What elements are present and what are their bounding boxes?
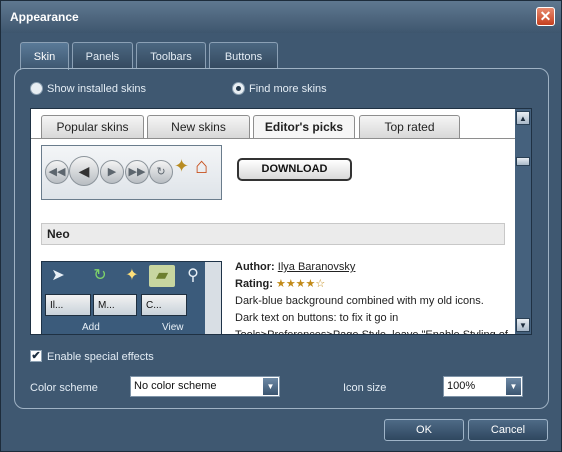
fast-forward-icon: ▶▶ bbox=[125, 160, 149, 184]
show-installed-skins-label: Show installed skins bbox=[47, 83, 147, 95]
preview-tab: Il... bbox=[45, 294, 91, 316]
skin-browser: Popular skins New skins Editor's picks T… bbox=[30, 108, 532, 335]
preview-add-label: Add bbox=[82, 322, 100, 333]
tab-new-skins[interactable]: New skins bbox=[147, 115, 250, 138]
close-icon: ✕ bbox=[539, 8, 552, 24]
scroll-down-icon[interactable]: ▼ bbox=[516, 318, 530, 332]
color-scheme-select[interactable]: No color scheme ▼ bbox=[130, 376, 280, 397]
chevron-down-icon[interactable]: ▼ bbox=[506, 378, 521, 395]
preview-tab: M... bbox=[93, 294, 137, 316]
tab-panels[interactable]: Panels bbox=[72, 42, 133, 69]
skin-name-heading: Neo bbox=[41, 223, 505, 245]
ok-button[interactable]: OK bbox=[384, 419, 464, 441]
special-effects-label: Enable special effects bbox=[47, 351, 154, 363]
browser-scrollbar[interactable]: ▲ ▼ bbox=[515, 109, 531, 334]
appearance-dialog: Appearance ✕ Skin Panels Toolbars Button… bbox=[0, 0, 562, 452]
navigate-icon: ➤ bbox=[51, 267, 65, 284]
window-title: Appearance bbox=[10, 10, 79, 24]
wand-icon: ✦ bbox=[125, 267, 139, 284]
cancel-button[interactable]: Cancel bbox=[468, 419, 548, 441]
reload-icon: ↻ bbox=[93, 267, 107, 284]
tab-buttons[interactable]: Buttons bbox=[209, 42, 278, 69]
search-icon: ⚲ bbox=[187, 267, 199, 284]
home-icon: ⌂ bbox=[195, 153, 209, 178]
skin-description: Dark-blue background combined with my ol… bbox=[235, 295, 508, 335]
chevron-down-icon[interactable]: ▼ bbox=[263, 378, 278, 395]
author-link[interactable]: Ilya Baranovsky bbox=[278, 261, 356, 273]
find-more-skins-label: Find more skins bbox=[249, 83, 327, 95]
icon-size-value: 100% bbox=[447, 380, 476, 392]
special-effects-checkbox[interactable]: ✔ bbox=[30, 350, 42, 362]
close-button[interactable]: ✕ bbox=[536, 7, 555, 26]
title-bar: Appearance ✕ bbox=[1, 1, 561, 33]
preview-scrollbar bbox=[205, 262, 221, 334]
scroll-thumb[interactable] bbox=[516, 157, 530, 166]
author-label: Author: bbox=[235, 261, 275, 273]
color-scheme-label: Color scheme bbox=[30, 382, 98, 394]
rating-row: Rating: ★★★★☆ bbox=[235, 276, 509, 293]
skin-preview-thumbnail[interactable]: ◀◀ ◀ ▶ ▶▶ ↻ ✦ ⌂ bbox=[41, 145, 222, 200]
tab-popular-skins[interactable]: Popular skins bbox=[41, 115, 144, 138]
tab-top-rated[interactable]: Top rated bbox=[359, 115, 460, 138]
tab-editors-picks[interactable]: Editor's picks bbox=[253, 115, 355, 139]
radio-dot[interactable] bbox=[232, 82, 245, 95]
tab-toolbars[interactable]: Toolbars bbox=[136, 42, 206, 69]
radio-dot[interactable] bbox=[30, 82, 43, 95]
wand-icon: ✦ bbox=[174, 156, 190, 176]
back-icon: ◀ bbox=[69, 156, 99, 186]
skin-info: Author: Ilya Baranovsky Rating: ★★★★☆ Da… bbox=[235, 259, 509, 335]
rating-stars: ★★★★☆ bbox=[275, 278, 326, 290]
preview-tab: C... bbox=[141, 294, 187, 316]
author-row: Author: Ilya Baranovsky bbox=[235, 259, 509, 276]
tab-divider bbox=[31, 138, 515, 139]
download-button[interactable]: DOWNLOAD bbox=[237, 158, 352, 181]
folder-icon: ▰ bbox=[149, 265, 175, 287]
tab-skin[interactable]: Skin bbox=[20, 42, 69, 70]
icon-size-label: Icon size bbox=[343, 382, 387, 394]
neo-skin-preview[interactable]: ➤ ↻ ✦ ▰ ⚲ Il... M... C... Add View bbox=[41, 261, 222, 334]
preview-view-label: View bbox=[162, 322, 184, 333]
icon-size-select[interactable]: 100% ▼ bbox=[443, 376, 523, 397]
scroll-up-icon[interactable]: ▲ bbox=[516, 111, 530, 125]
rating-label: Rating: bbox=[235, 278, 273, 290]
reload-icon: ↻ bbox=[149, 160, 173, 184]
rewind-icon: ◀◀ bbox=[45, 160, 69, 184]
forward-icon: ▶ bbox=[100, 160, 124, 184]
color-scheme-value: No color scheme bbox=[134, 380, 217, 392]
